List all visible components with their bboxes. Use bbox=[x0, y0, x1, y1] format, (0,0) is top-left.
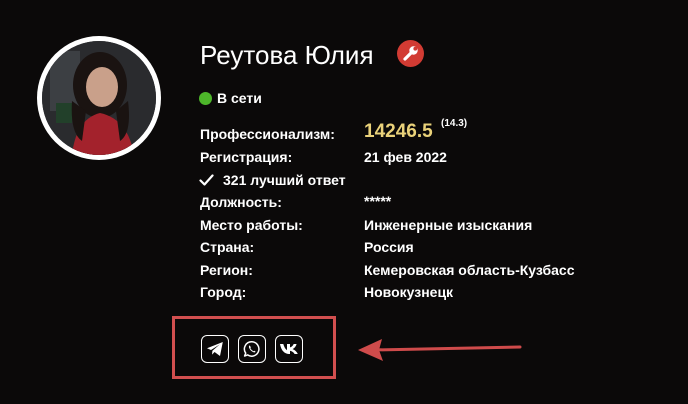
online-dot-icon bbox=[199, 91, 212, 105]
whatsapp-icon bbox=[243, 341, 260, 357]
wrench-icon bbox=[403, 46, 418, 61]
value-position: ***** bbox=[364, 193, 392, 209]
label-professionalism: Профессионализм: bbox=[200, 126, 335, 142]
value-region: Кемеровская область-Кузбасс bbox=[364, 262, 575, 278]
label-position: Должность: bbox=[200, 194, 282, 210]
label-workplace: Место работы: bbox=[200, 217, 303, 233]
telegram-button[interactable] bbox=[201, 335, 229, 363]
best-answers[interactable]: 321 лучший ответ bbox=[199, 172, 346, 188]
telegram-icon bbox=[207, 342, 223, 356]
value-country: Россия bbox=[364, 239, 414, 255]
label-city: Город: bbox=[200, 284, 247, 300]
annotation-arrow bbox=[358, 339, 522, 361]
label-registration: Регистрация: bbox=[200, 149, 293, 165]
best-answers-text: 321 лучший ответ bbox=[223, 172, 346, 188]
vk-icon bbox=[280, 344, 298, 354]
vk-button[interactable] bbox=[275, 335, 303, 363]
label-region: Регион: bbox=[200, 262, 253, 278]
avatar[interactable] bbox=[37, 36, 161, 160]
moderator-badge bbox=[397, 40, 424, 67]
online-status: В сети bbox=[199, 90, 262, 106]
value-city: Новокузнецк bbox=[364, 284, 454, 300]
whatsapp-button[interactable] bbox=[238, 335, 266, 363]
score-delta: (14.3) bbox=[441, 118, 468, 129]
checkmark-icon bbox=[199, 174, 214, 186]
value-registration: 21 фев 2022 bbox=[364, 149, 447, 165]
status-text: В сети bbox=[217, 90, 262, 106]
score-value: 14246.5 bbox=[364, 121, 433, 142]
value-workplace: Инженерные изыскания bbox=[364, 217, 533, 233]
profile-name: Реутова Юлия bbox=[200, 40, 374, 70]
label-country: Страна: bbox=[200, 239, 255, 255]
avatar-photo bbox=[42, 41, 156, 155]
